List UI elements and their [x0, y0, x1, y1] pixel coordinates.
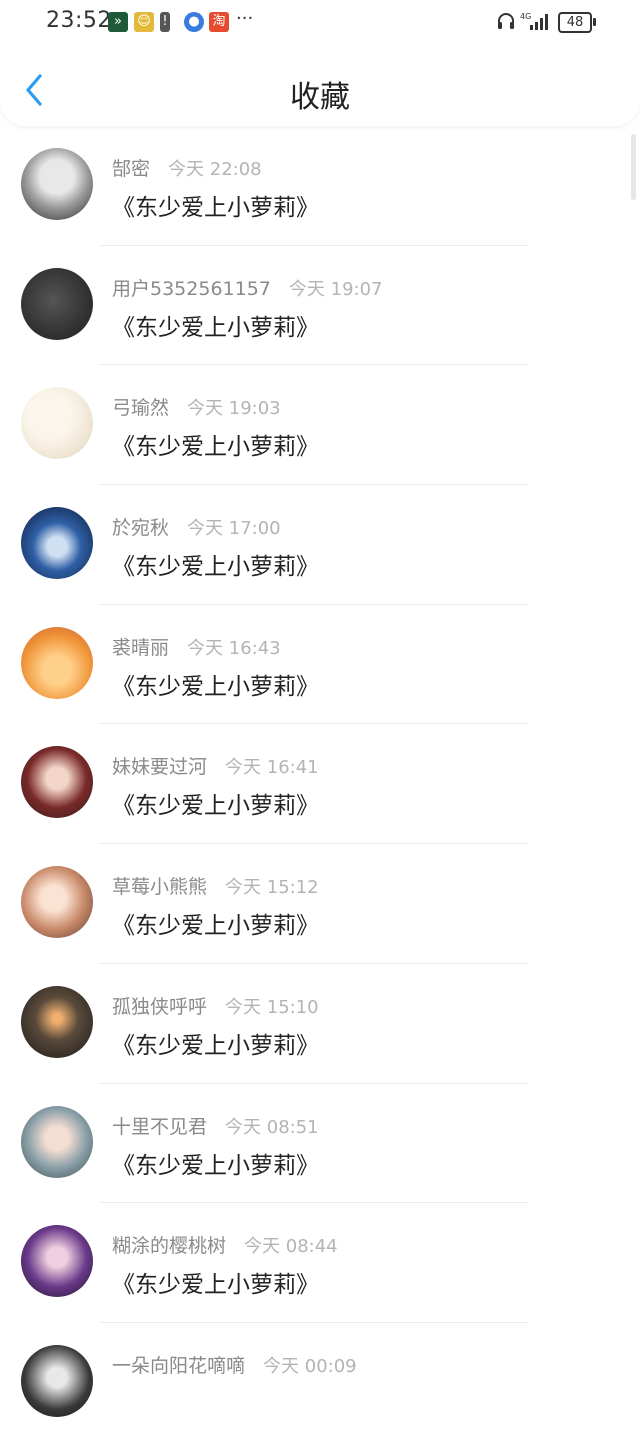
user-name[interactable]: 孤独侠呼呼 — [112, 996, 207, 1018]
timestamp: 今天 08:51 — [225, 1116, 319, 1138]
user-name[interactable]: 一朵向阳花嘀嘀 — [112, 1355, 245, 1377]
warning-notification-icon: ! — [160, 12, 170, 32]
favorite-title[interactable]: 《东少爱上小萝莉》 — [112, 308, 319, 342]
page-title: 收藏 — [290, 80, 350, 115]
favorite-title[interactable]: 《东少爱上小萝莉》 — [112, 188, 319, 222]
avatar[interactable] — [21, 148, 93, 220]
list-item[interactable]: 妹妹要过河 今天 16:41 《东少爱上小萝莉》 — [0, 724, 640, 845]
user-name[interactable]: 弓瑜然 — [112, 397, 169, 419]
timestamp: 今天 15:12 — [225, 877, 319, 899]
headset-icon — [498, 13, 514, 29]
timestamp: 今天 19:03 — [187, 398, 281, 420]
more-notifications-icon: ··· — [236, 8, 254, 29]
avatar[interactable] — [21, 626, 93, 699]
status-bar: 23:52 » ☺ ! ● 淘 ··· 4G 48 — [0, 0, 640, 44]
timestamp: 今天 22:08 — [168, 159, 262, 180]
avatar[interactable] — [21, 866, 93, 939]
signal-icon: 4G — [520, 12, 548, 30]
timestamp: 今天 08:44 — [244, 1236, 338, 1258]
list-item[interactable]: 於宛秋 今天 17:00 《东少爱上小萝莉》 — [0, 485, 640, 605]
list-item[interactable]: 十里不见君 今天 08:51 《东少爱上小萝莉》 — [0, 1084, 640, 1204]
user-name[interactable]: 妹妹要过河 — [112, 756, 207, 778]
favorite-title[interactable]: 《东少爱上小萝莉》 — [112, 427, 319, 461]
avatar[interactable] — [21, 507, 93, 580]
list-item[interactable]: 糊涂的樱桃树 今天 08:44 《东少爱上小萝莉》 — [0, 1203, 640, 1323]
user-name[interactable]: 糊涂的樱桃树 — [112, 1235, 226, 1257]
timestamp: 今天 17:00 — [187, 518, 281, 540]
list-item[interactable]: 裘晴丽 今天 16:43 《东少爱上小萝莉》 — [0, 605, 640, 725]
app-notification-icon: » — [108, 12, 128, 32]
list-item[interactable]: 用户5352561157 今天 19:07 《东少爱上小萝莉》 — [0, 246, 640, 366]
avatar[interactable] — [21, 1225, 93, 1298]
user-name[interactable]: 十里不见君 — [112, 1116, 207, 1138]
timestamp: 今天 16:41 — [225, 757, 319, 779]
avatar[interactable] — [21, 387, 93, 460]
avatar[interactable] — [21, 1105, 93, 1178]
timestamp: 今天 00:09 — [263, 1355, 357, 1377]
user-name[interactable]: 草莓小熊熊 — [112, 876, 207, 898]
list-item[interactable]: 孤独侠呼呼 今天 15:10 《东少爱上小萝莉》 — [0, 964, 640, 1084]
user-name[interactable]: 裘晴丽 — [112, 637, 169, 659]
favorite-title[interactable]: 《东少爱上小萝莉》 — [112, 1026, 319, 1060]
status-time: 23:52 — [46, 8, 112, 33]
favorites-list: 郜密 今天 22:08 《东少爱上小萝莉》 用户5352561157 今天 19:0… — [0, 126, 640, 1443]
taobao-notification-icon: 淘 — [209, 12, 229, 32]
avatar[interactable] — [21, 1344, 93, 1417]
list-item[interactable]: 草莓小熊熊 今天 15:12 《东少爱上小萝莉》 — [0, 844, 640, 964]
list-item[interactable]: 弓瑜然 今天 19:03 《东少爱上小萝莉》 — [0, 365, 640, 486]
user-name[interactable]: 用户5352561157 — [112, 278, 271, 300]
favorite-title[interactable]: 《东少爱上小萝莉》 — [112, 667, 319, 701]
game-notification-icon: ☺ — [134, 12, 154, 32]
list-item[interactable]: 郜密 今天 22:08 《东少爱上小萝莉》 — [0, 126, 640, 246]
timestamp: 今天 15:10 — [225, 996, 319, 1018]
scrollbar[interactable] — [631, 134, 636, 200]
favorite-title[interactable]: 《东少爱上小萝莉》 — [112, 547, 319, 581]
avatar[interactable] — [21, 267, 93, 340]
network-type: 4G — [520, 12, 531, 21]
user-name[interactable]: 郜密 — [112, 158, 150, 180]
timestamp: 今天 19:07 — [288, 278, 383, 300]
title-bar: 收藏 — [0, 44, 640, 126]
battery-icon: 48 — [558, 12, 596, 33]
browser-notification-icon: ● — [184, 12, 204, 32]
user-name[interactable]: 於宛秋 — [112, 517, 169, 539]
timestamp: 今天 16:43 — [187, 637, 281, 659]
favorite-title[interactable]: 《东少爱上小萝莉》 — [112, 786, 319, 820]
avatar[interactable] — [21, 746, 93, 819]
favorite-title[interactable]: 《东少爱上小萝莉》 — [112, 1265, 319, 1299]
avatar[interactable] — [21, 985, 93, 1058]
favorite-title[interactable]: 《东少爱上小萝莉》 — [112, 906, 319, 940]
list-item[interactable]: 一朵向阳花嘀嘀 今天 00:09 — [0, 1323, 640, 1443]
favorite-title[interactable]: 《东少爱上小萝莉》 — [112, 1146, 319, 1180]
